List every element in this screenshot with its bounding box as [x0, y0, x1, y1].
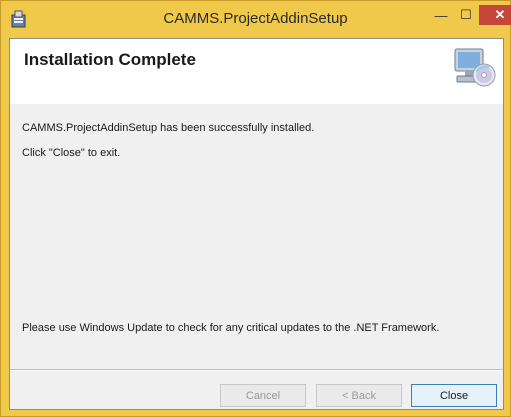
minimize-icon: — [434, 7, 448, 23]
title-bar[interactable]: CAMMS.ProjectAddinSetup — ☐ ✕ [1, 1, 511, 37]
exit-instruction: Click "Close" to exit. [22, 147, 121, 159]
dialog-header: Installation Complete [10, 39, 503, 104]
success-message: CAMMS.ProjectAddinSetup has been success… [22, 122, 315, 134]
computer-cd-icon [451, 45, 497, 91]
minimize-button[interactable]: — [428, 5, 454, 25]
page-title: Installation Complete [24, 50, 196, 69]
close-window-button[interactable]: ✕ [479, 5, 511, 25]
maximize-icon: ☐ [460, 7, 472, 22]
close-icon: ✕ [494, 7, 506, 22]
back-button[interactable]: < Back [316, 384, 402, 407]
maximize-button[interactable]: ☐ [453, 5, 479, 25]
dialog-client-area: Installation Complete CAMMS.ProjectAddin… [9, 38, 504, 410]
installer-window: CAMMS.ProjectAddinSetup — ☐ ✕ Installati… [0, 0, 511, 417]
header-divider [10, 103, 503, 104]
close-button[interactable]: Close [411, 384, 497, 407]
windows-update-note: Please use Windows Update to check for a… [22, 322, 440, 334]
footer-divider-highlight [10, 370, 503, 371]
cancel-button[interactable]: Cancel [220, 384, 306, 407]
